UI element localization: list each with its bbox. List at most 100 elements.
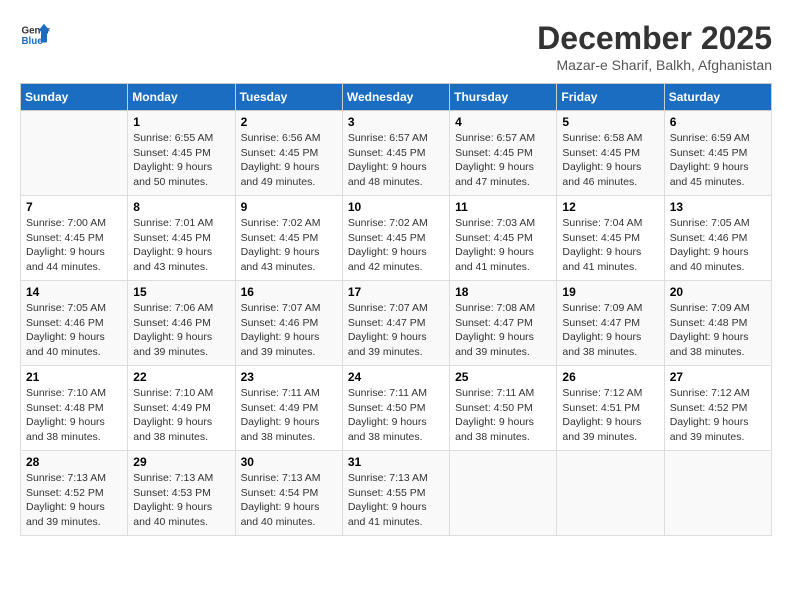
day-number: 5: [562, 115, 658, 129]
day-number: 24: [348, 370, 444, 384]
calendar-cell: 20 Sunrise: 7:09 AM Sunset: 4:48 PM Dayli…: [664, 281, 771, 366]
calendar-cell: 3 Sunrise: 6:57 AM Sunset: 4:45 PM Daylig…: [342, 111, 449, 196]
day-content: Sunrise: 7:00 AM Sunset: 4:45 PM Dayligh…: [26, 216, 122, 275]
day-number: 29: [133, 455, 229, 469]
day-number: 14: [26, 285, 122, 299]
calendar-cell: 16Sunrise: 7:07 AM Sunset: 4:46 PM Dayli…: [235, 281, 342, 366]
header-day-sunday: Sunday: [21, 84, 128, 111]
day-content: Sunrise: 7:10 AM Sunset: 4:48 PM Dayligh…: [26, 386, 122, 445]
calendar-cell: [450, 451, 557, 536]
day-content: Sunrise: 7:13 AM Sunset: 4:54 PM Dayligh…: [241, 471, 337, 530]
header-day-wednesday: Wednesday: [342, 84, 449, 111]
day-content: Sunrise: 7:02 AM Sunset: 4:45 PM Dayligh…: [348, 216, 444, 275]
day-content: Sunrise: 7:03 AM Sunset: 4:45 PM Dayligh…: [455, 216, 551, 275]
title-area: December 2025 Mazar-e Sharif, Balkh, Afg…: [537, 20, 772, 73]
day-number: 11: [455, 200, 551, 214]
day-content: Sunrise: 7:01 AM Sunset: 4:45 PM Dayligh…: [133, 216, 229, 275]
day-content: Sunrise: 7:07 AM Sunset: 4:46 PM Dayligh…: [241, 301, 337, 360]
calendar-cell: 6 Sunrise: 6:59 AM Sunset: 4:45 PM Daylig…: [664, 111, 771, 196]
calendar-cell: 12 Sunrise: 7:04 AM Sunset: 4:45 PM Dayli…: [557, 196, 664, 281]
day-number: 23: [241, 370, 337, 384]
calendar-week-row: 7 Sunrise: 7:00 AM Sunset: 4:45 PM Daylig…: [21, 196, 772, 281]
calendar-cell: 23Sunrise: 7:11 AM Sunset: 4:49 PM Dayli…: [235, 366, 342, 451]
day-number: 13: [670, 200, 766, 214]
day-number: 22: [133, 370, 229, 384]
day-number: 19: [562, 285, 658, 299]
day-content: Sunrise: 7:11 AM Sunset: 4:50 PM Dayligh…: [348, 386, 444, 445]
day-number: 8: [133, 200, 229, 214]
calendar-week-row: 28Sunrise: 7:13 AM Sunset: 4:52 PM Dayli…: [21, 451, 772, 536]
day-content: Sunrise: 7:12 AM Sunset: 4:52 PM Dayligh…: [670, 386, 766, 445]
calendar-cell: 21Sunrise: 7:10 AM Sunset: 4:48 PM Dayli…: [21, 366, 128, 451]
calendar-cell: 30 Sunrise: 7:13 AM Sunset: 4:54 PM Dayli…: [235, 451, 342, 536]
day-content: Sunrise: 7:05 AM Sunset: 4:46 PM Dayligh…: [26, 301, 122, 360]
day-content: Sunrise: 7:04 AM Sunset: 4:45 PM Dayligh…: [562, 216, 658, 275]
day-content: Sunrise: 7:12 AM Sunset: 4:51 PM Dayligh…: [562, 386, 658, 445]
calendar-cell: [557, 451, 664, 536]
calendar-cell: [664, 451, 771, 536]
logo-icon: General Blue: [20, 20, 50, 50]
calendar-cell: 17 Sunrise: 7:07 AM Sunset: 4:47 PM Dayli…: [342, 281, 449, 366]
day-number: 6: [670, 115, 766, 129]
header-day-thursday: Thursday: [450, 84, 557, 111]
calendar-week-row: 14 Sunrise: 7:05 AM Sunset: 4:46 PM Dayli…: [21, 281, 772, 366]
day-content: Sunrise: 6:57 AM Sunset: 4:45 PM Dayligh…: [348, 131, 444, 190]
header-day-tuesday: Tuesday: [235, 84, 342, 111]
day-number: 25: [455, 370, 551, 384]
calendar-header-row: SundayMondayTuesdayWednesdayThursdayFrid…: [21, 84, 772, 111]
calendar-cell: 26Sunrise: 7:12 AM Sunset: 4:51 PM Dayli…: [557, 366, 664, 451]
day-content: Sunrise: 7:09 AM Sunset: 4:48 PM Dayligh…: [670, 301, 766, 360]
day-number: 12: [562, 200, 658, 214]
day-content: Sunrise: 7:13 AM Sunset: 4:53 PM Dayligh…: [133, 471, 229, 530]
calendar-cell: 2Sunrise: 6:56 AM Sunset: 4:45 PM Daylig…: [235, 111, 342, 196]
calendar-cell: 1 Sunrise: 6:55 AM Sunset: 4:45 PM Daylig…: [128, 111, 235, 196]
day-number: 10: [348, 200, 444, 214]
calendar-cell: [21, 111, 128, 196]
calendar-cell: 25 Sunrise: 7:11 AM Sunset: 4:50 PM Dayli…: [450, 366, 557, 451]
day-content: Sunrise: 7:06 AM Sunset: 4:46 PM Dayligh…: [133, 301, 229, 360]
day-content: Sunrise: 6:58 AM Sunset: 4:45 PM Dayligh…: [562, 131, 658, 190]
calendar-cell: 5 Sunrise: 6:58 AM Sunset: 4:45 PM Daylig…: [557, 111, 664, 196]
calendar-cell: 14 Sunrise: 7:05 AM Sunset: 4:46 PM Dayli…: [21, 281, 128, 366]
day-content: Sunrise: 7:11 AM Sunset: 4:50 PM Dayligh…: [455, 386, 551, 445]
day-number: 1: [133, 115, 229, 129]
calendar-cell: 13Sunrise: 7:05 AM Sunset: 4:46 PM Dayli…: [664, 196, 771, 281]
calendar-cell: 28Sunrise: 7:13 AM Sunset: 4:52 PM Dayli…: [21, 451, 128, 536]
calendar-cell: 4 Sunrise: 6:57 AM Sunset: 4:45 PM Daylig…: [450, 111, 557, 196]
header-day-friday: Friday: [557, 84, 664, 111]
calendar-cell: 9 Sunrise: 7:02 AM Sunset: 4:45 PM Daylig…: [235, 196, 342, 281]
page-header: General Blue December 2025 Mazar-e Shari…: [20, 20, 772, 73]
day-number: 31: [348, 455, 444, 469]
day-number: 15: [133, 285, 229, 299]
day-number: 3: [348, 115, 444, 129]
calendar-cell: 24 Sunrise: 7:11 AM Sunset: 4:50 PM Dayli…: [342, 366, 449, 451]
day-number: 20: [670, 285, 766, 299]
day-content: Sunrise: 7:02 AM Sunset: 4:45 PM Dayligh…: [241, 216, 337, 275]
day-content: Sunrise: 6:57 AM Sunset: 4:45 PM Dayligh…: [455, 131, 551, 190]
calendar-cell: 19 Sunrise: 7:09 AM Sunset: 4:47 PM Dayli…: [557, 281, 664, 366]
calendar-cell: 10 Sunrise: 7:02 AM Sunset: 4:45 PM Dayli…: [342, 196, 449, 281]
day-number: 27: [670, 370, 766, 384]
day-content: Sunrise: 7:07 AM Sunset: 4:47 PM Dayligh…: [348, 301, 444, 360]
day-number: 7: [26, 200, 122, 214]
day-number: 9: [241, 200, 337, 214]
calendar-cell: 15 Sunrise: 7:06 AM Sunset: 4:46 PM Dayli…: [128, 281, 235, 366]
day-content: Sunrise: 7:09 AM Sunset: 4:47 PM Dayligh…: [562, 301, 658, 360]
location-subtitle: Mazar-e Sharif, Balkh, Afghanistan: [537, 57, 772, 73]
day-number: 2: [241, 115, 337, 129]
header-day-saturday: Saturday: [664, 84, 771, 111]
calendar-cell: 29 Sunrise: 7:13 AM Sunset: 4:53 PM Dayli…: [128, 451, 235, 536]
calendar-cell: 18Sunrise: 7:08 AM Sunset: 4:47 PM Dayli…: [450, 281, 557, 366]
day-content: Sunrise: 7:13 AM Sunset: 4:55 PM Dayligh…: [348, 471, 444, 530]
day-content: Sunrise: 6:55 AM Sunset: 4:45 PM Dayligh…: [133, 131, 229, 190]
day-number: 18: [455, 285, 551, 299]
calendar-week-row: 1 Sunrise: 6:55 AM Sunset: 4:45 PM Daylig…: [21, 111, 772, 196]
day-content: Sunrise: 6:59 AM Sunset: 4:45 PM Dayligh…: [670, 131, 766, 190]
calendar-week-row: 21Sunrise: 7:10 AM Sunset: 4:48 PM Dayli…: [21, 366, 772, 451]
day-number: 4: [455, 115, 551, 129]
day-number: 17: [348, 285, 444, 299]
day-content: Sunrise: 7:13 AM Sunset: 4:52 PM Dayligh…: [26, 471, 122, 530]
calendar-cell: 8 Sunrise: 7:01 AM Sunset: 4:45 PM Daylig…: [128, 196, 235, 281]
day-number: 30: [241, 455, 337, 469]
calendar-table: SundayMondayTuesdayWednesdayThursdayFrid…: [20, 83, 772, 536]
